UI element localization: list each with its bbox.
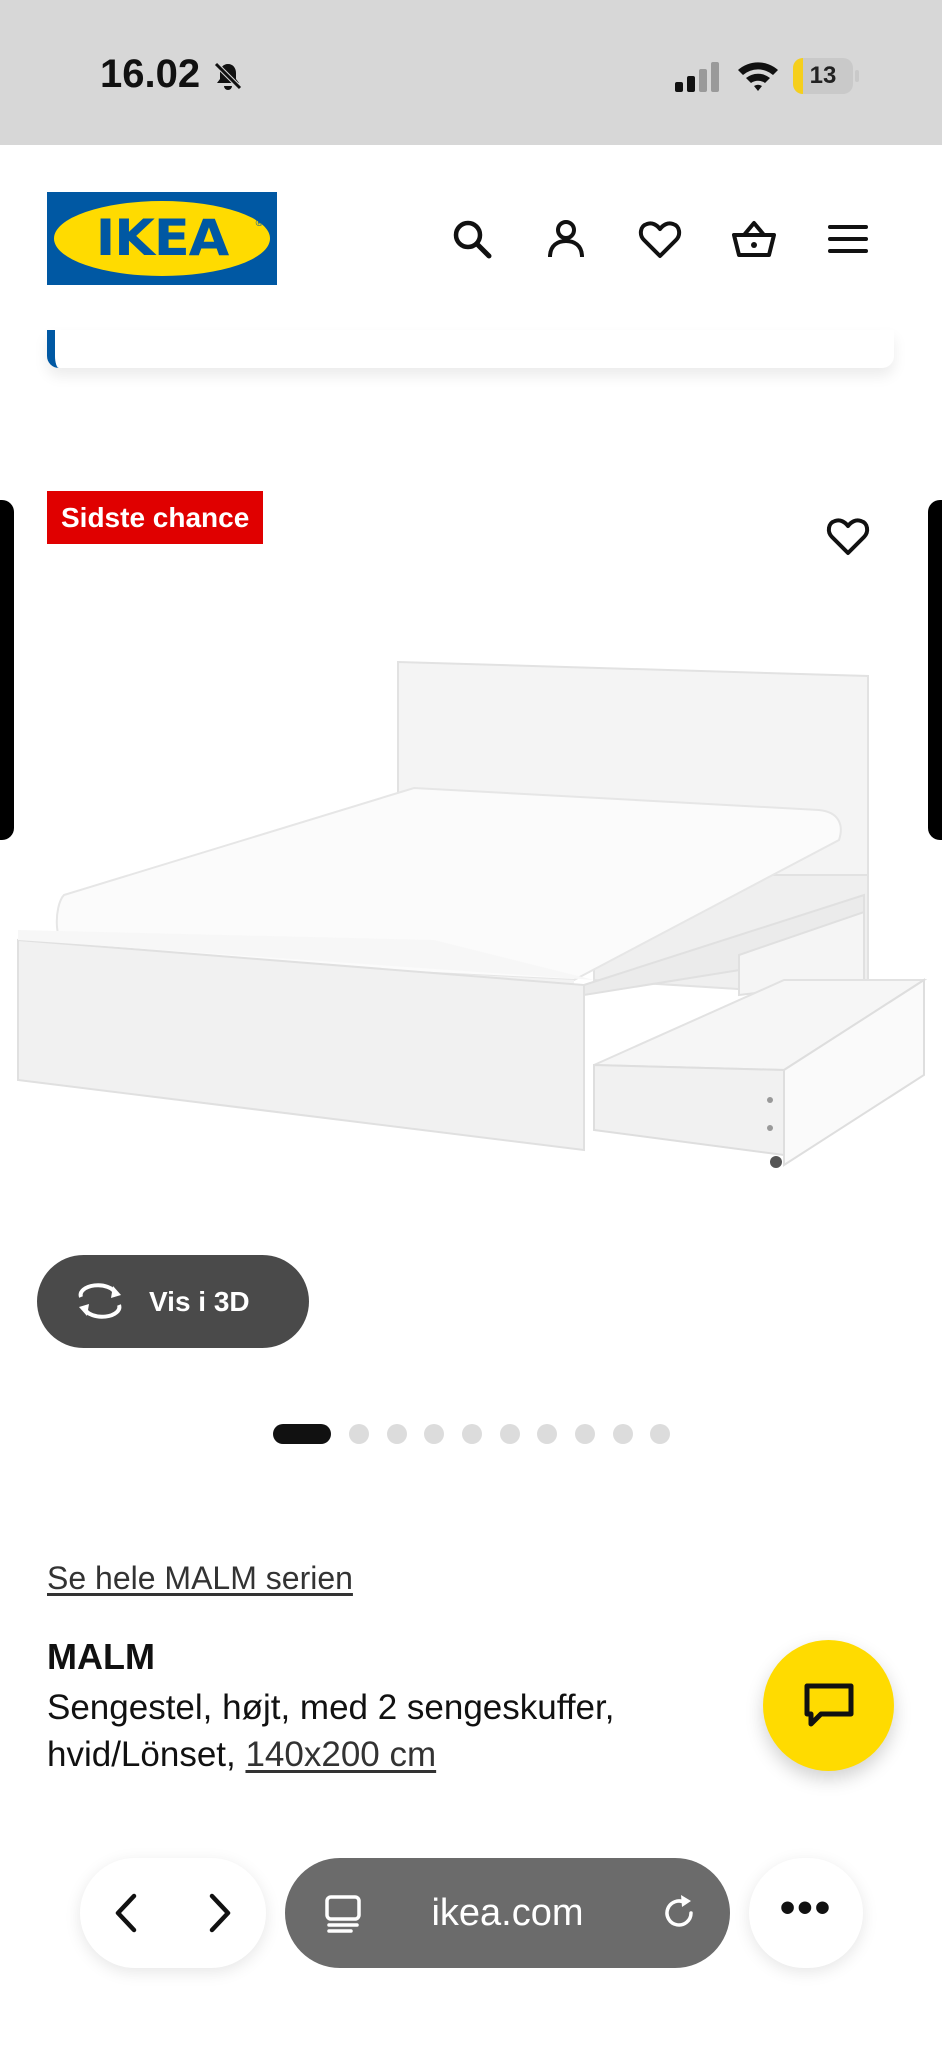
carousel-dot[interactable] bbox=[500, 1424, 520, 1444]
browser-nav-controls bbox=[80, 1858, 266, 1968]
carousel-dot[interactable] bbox=[424, 1424, 444, 1444]
product-description: Sengestel, højt, med 2 sengeskuffer, hvi… bbox=[47, 1684, 747, 1778]
chat-icon bbox=[804, 1683, 854, 1727]
carousel-dot[interactable] bbox=[349, 1424, 369, 1444]
series-link[interactable]: Se hele MALM serien bbox=[47, 1560, 353, 1597]
menu-icon[interactable] bbox=[824, 215, 872, 263]
heart-icon[interactable] bbox=[636, 215, 684, 263]
carousel-dot-active[interactable] bbox=[273, 1424, 331, 1444]
back-chevron-icon[interactable] bbox=[102, 1888, 152, 1938]
chat-button[interactable] bbox=[763, 1640, 894, 1771]
forward-chevron-icon[interactable] bbox=[194, 1888, 244, 1938]
site-header: IKEA ® bbox=[0, 145, 942, 335]
battery-icon: 13 bbox=[793, 58, 859, 94]
view-3d-label: Vis i 3D bbox=[149, 1286, 250, 1317]
swipe-edge-left bbox=[0, 500, 14, 840]
carousel-dot[interactable] bbox=[575, 1424, 595, 1444]
signal-icon bbox=[675, 62, 719, 92]
carousel-dot[interactable] bbox=[613, 1424, 633, 1444]
carousel-dot[interactable] bbox=[650, 1424, 670, 1444]
carousel-dot[interactable] bbox=[537, 1424, 557, 1444]
favorite-heart-icon[interactable] bbox=[824, 512, 872, 560]
carousel-dot[interactable] bbox=[462, 1424, 482, 1444]
notice-card bbox=[47, 330, 894, 368]
product-name: MALM bbox=[47, 1636, 155, 1677]
battery-level: 13 bbox=[809, 62, 837, 89]
address-bar[interactable]: ikea.com bbox=[285, 1858, 730, 1968]
product-size-link[interactable]: 140x200 cm bbox=[245, 1735, 436, 1774]
status-bar: 16.02 13 bbox=[0, 0, 942, 145]
status-time: 16.02 bbox=[100, 52, 201, 96]
more-options-button[interactable]: ••• bbox=[749, 1858, 863, 1968]
view-3d-button[interactable]: Vis i 3D bbox=[37, 1255, 309, 1348]
ellipsis-icon: ••• bbox=[779, 1883, 833, 1932]
bell-muted-icon bbox=[214, 62, 242, 90]
last-chance-badge: Sidste chance bbox=[47, 491, 264, 544]
search-icon[interactable] bbox=[448, 215, 496, 263]
ikea-logo[interactable]: IKEA ® bbox=[47, 192, 277, 285]
reload-icon[interactable] bbox=[657, 1891, 701, 1935]
logo-text: IKEA bbox=[95, 209, 230, 267]
wifi-icon bbox=[738, 62, 778, 91]
profile-icon[interactable] bbox=[542, 215, 590, 263]
product-image-bed[interactable] bbox=[14, 650, 934, 1250]
carousel-dot[interactable] bbox=[387, 1424, 407, 1444]
rotate-3d-icon bbox=[78, 1283, 122, 1319]
basket-icon[interactable] bbox=[730, 215, 778, 263]
